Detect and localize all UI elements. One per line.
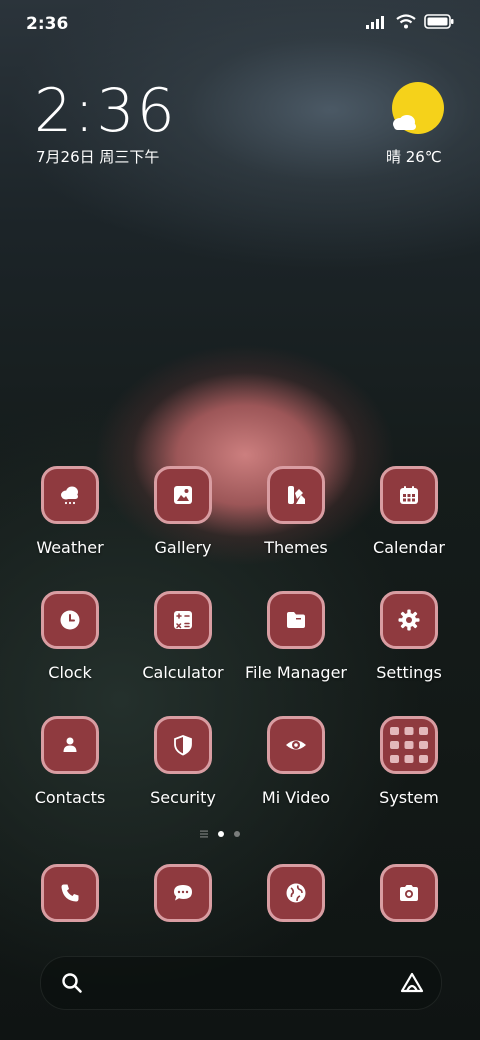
security-app-icon[interactable] [154, 716, 212, 774]
phone-app-icon[interactable] [41, 864, 99, 922]
contacts-app-icon[interactable] [41, 716, 99, 774]
calculator-icon [174, 611, 192, 629]
dock-phone[interactable] [13, 864, 127, 922]
wifi-icon [396, 14, 416, 29]
app-settings[interactable]: Settings [352, 591, 466, 682]
app-label: Security [150, 788, 216, 807]
themes-icon [288, 486, 305, 504]
app-themes[interactable]: Themes [239, 466, 353, 557]
app-label: System [379, 788, 439, 807]
app-calculator[interactable]: Calculator [126, 591, 240, 682]
folder-icon [287, 612, 305, 628]
browser-app-icon[interactable] [267, 864, 325, 922]
app-contacts[interactable]: Contacts [13, 716, 127, 807]
gear-icon [398, 609, 420, 631]
camera-app-icon[interactable] [380, 864, 438, 922]
settings-app-icon[interactable] [380, 591, 438, 649]
system-folder-icon[interactable] [380, 716, 438, 774]
calculator-app-icon[interactable] [154, 591, 212, 649]
app-label: Calculator [142, 663, 224, 682]
themes-app-icon[interactable] [267, 466, 325, 524]
weather-icon [61, 486, 78, 505]
app-label: Clock [48, 663, 92, 682]
calendar-icon [400, 486, 418, 504]
search-icon[interactable] [61, 972, 83, 994]
page-dot[interactable] [234, 831, 240, 837]
app-security[interactable]: Security [126, 716, 240, 807]
battery-icon [424, 14, 454, 29]
app-label: Calendar [373, 538, 445, 557]
app-label: Themes [264, 538, 328, 557]
app-label: Contacts [34, 788, 106, 807]
app-clock[interactable]: Clock [13, 591, 127, 682]
clock-widget-date[interactable]: 7月26日 周三下午 [36, 146, 159, 167]
gallery-app-icon[interactable] [154, 466, 212, 524]
assistant-icon[interactable] [399, 971, 425, 995]
search-bar[interactable] [40, 956, 442, 1010]
folder-grid-icon [390, 727, 428, 763]
file-manager-app-icon[interactable] [267, 591, 325, 649]
shield-icon [174, 735, 192, 756]
status-bar-icons [366, 14, 454, 29]
dock-browser[interactable] [239, 864, 353, 922]
messaging-app-icon[interactable] [154, 864, 212, 922]
gallery-icon [174, 486, 192, 504]
signal-icon [366, 15, 384, 29]
clock-icon [60, 610, 80, 630]
app-label: File Manager [245, 663, 347, 682]
sun-cloud-icon[interactable] [388, 82, 448, 138]
app-label: Gallery [154, 538, 212, 557]
app-weather[interactable]: Weather [13, 466, 127, 557]
app-label: Settings [376, 663, 442, 682]
clock-app-icon[interactable] [41, 591, 99, 649]
dock-camera[interactable] [352, 864, 466, 922]
status-bar-time: 2:36 [26, 14, 69, 34]
app-gallery[interactable]: Gallery [126, 466, 240, 557]
eye-icon [286, 740, 306, 750]
clock-widget-time[interactable]: 2:36 [34, 78, 177, 144]
weather-widget-text[interactable]: 晴 26℃ [386, 146, 442, 167]
weather-app-icon[interactable] [41, 466, 99, 524]
app-folder-system[interactable]: System [352, 716, 466, 807]
menu-lines-icon [200, 830, 208, 838]
app-label: Weather [36, 538, 104, 557]
phone-icon [61, 884, 79, 902]
page-dot-active[interactable] [218, 831, 224, 837]
camera-icon [400, 885, 418, 901]
calendar-app-icon[interactable] [380, 466, 438, 524]
browser-icon [286, 883, 306, 903]
dock-messaging[interactable] [126, 864, 240, 922]
contact-icon [63, 737, 77, 752]
app-file-manager[interactable]: File Manager [239, 591, 353, 682]
page-indicator[interactable] [200, 830, 240, 838]
app-label: Mi Video [261, 788, 331, 807]
mi-video-app-icon[interactable] [267, 716, 325, 774]
message-icon [174, 885, 192, 901]
app-mi-video[interactable]: Mi Video [239, 716, 353, 807]
app-calendar[interactable]: Calendar [352, 466, 466, 557]
